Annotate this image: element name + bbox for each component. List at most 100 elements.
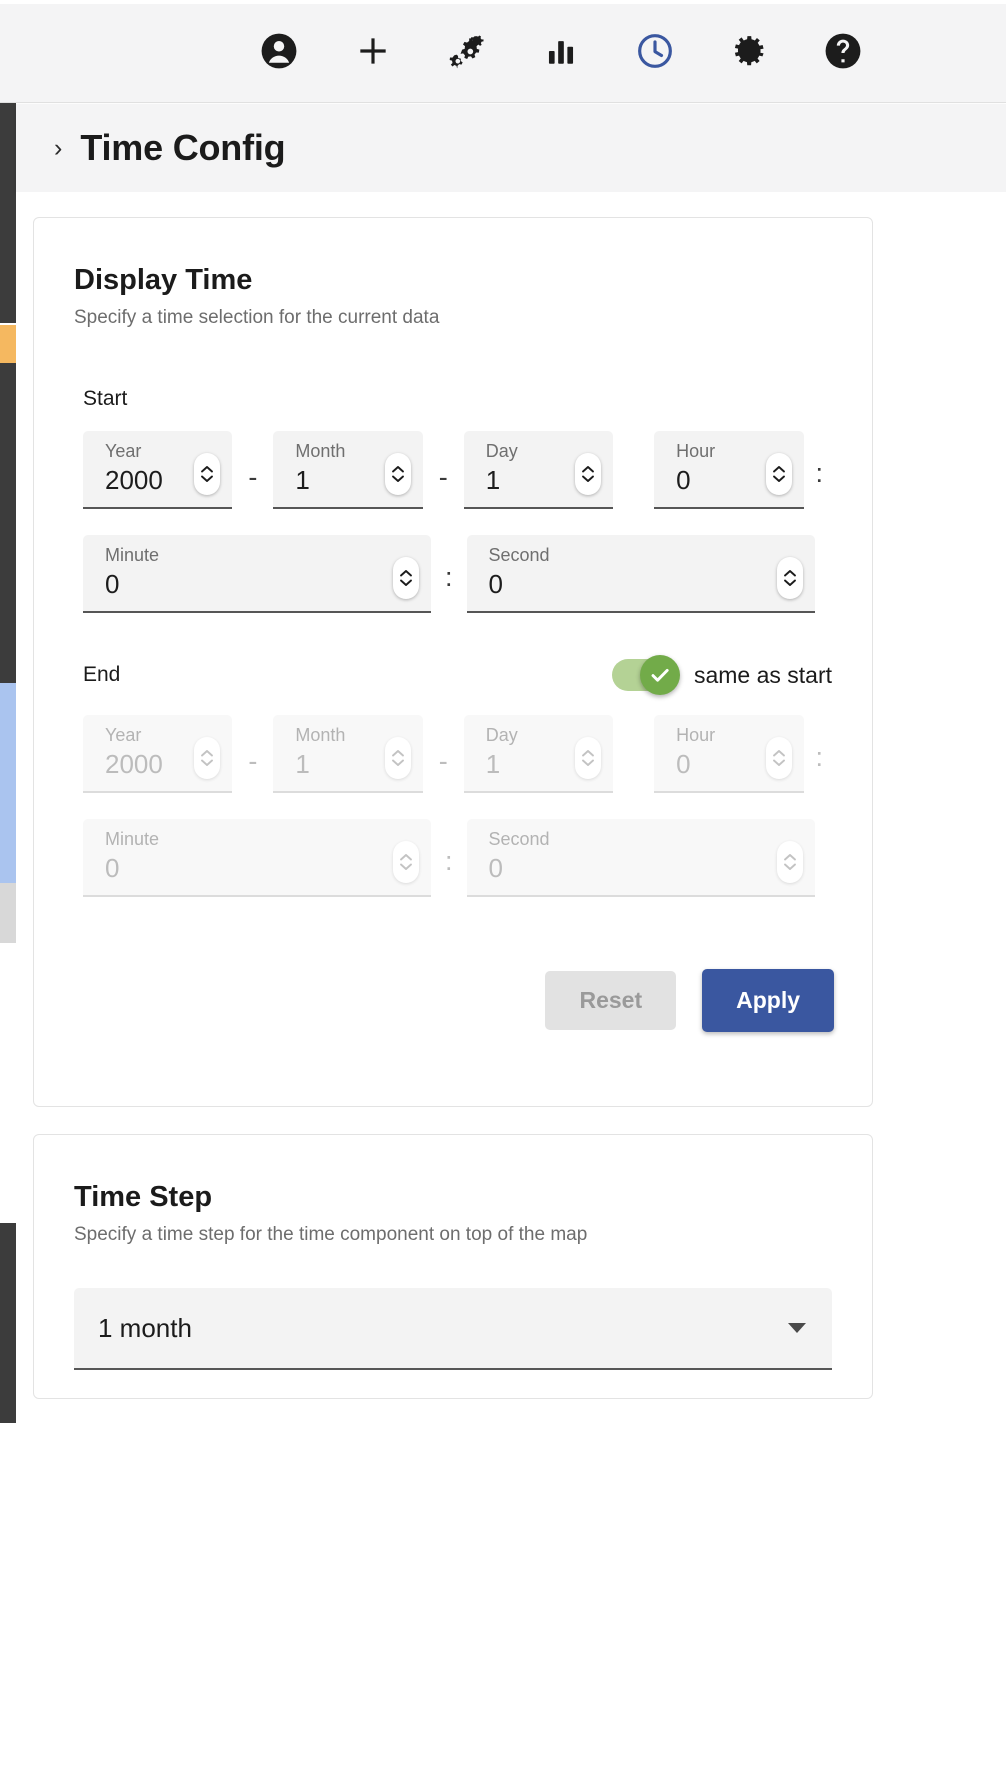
time-step-subtitle: Specify a time step for the time compone… bbox=[74, 1224, 588, 1245]
end-second-value: 0 bbox=[488, 853, 503, 883]
start-second-stepper[interactable] bbox=[776, 557, 803, 599]
rail-segment-white-bottom bbox=[0, 1423, 16, 1790]
content-area: Display Time Specify a time selection fo… bbox=[16, 192, 1006, 1790]
end-month-value: 1 bbox=[295, 749, 310, 779]
end-year-field: Year 2000 bbox=[83, 715, 233, 793]
start-second-value: 0 bbox=[488, 569, 503, 599]
time-step-selected-value: 1 month bbox=[98, 1312, 192, 1343]
start-month-field[interactable]: Month 1 bbox=[273, 431, 423, 509]
start-day-field[interactable]: Day 1 bbox=[463, 431, 614, 509]
rail-segment-dark-top bbox=[0, 103, 16, 323]
start-second-field[interactable]: Second 0 bbox=[466, 535, 815, 613]
end-month-field: Month 1 bbox=[273, 715, 423, 793]
left-rail-strip bbox=[0, 103, 16, 1790]
reset-button[interactable]: Reset bbox=[545, 971, 677, 1030]
start-minute-value: 0 bbox=[105, 569, 120, 599]
apply-button[interactable]: Apply bbox=[702, 969, 834, 1032]
end-minute-field: Minute 0 bbox=[83, 819, 431, 897]
plus-icon[interactable] bbox=[345, 23, 401, 79]
start-hour-field[interactable]: Hour 0 bbox=[654, 431, 804, 509]
end-minute-value: 0 bbox=[105, 853, 120, 883]
toggle-knob-check-icon bbox=[639, 655, 680, 695]
start-day-value: 1 bbox=[485, 465, 501, 495]
display-time-title: Display Time bbox=[74, 264, 253, 296]
action-buttons-row: Reset Apply bbox=[34, 969, 834, 1032]
end-day-value: 1 bbox=[485, 749, 501, 779]
end-year-stepper bbox=[194, 737, 221, 779]
rail-segment-grey bbox=[0, 883, 16, 943]
end-colon-2: : bbox=[445, 846, 453, 876]
same-as-start-label: same as start bbox=[693, 661, 832, 688]
start-group-label: Start bbox=[83, 387, 128, 410]
end-day-field: Day 1 bbox=[463, 715, 614, 793]
end-minute-stepper bbox=[393, 841, 419, 883]
end-month-label: Month bbox=[295, 725, 346, 745]
time-step-card: Time Step Specify a time step for the ti… bbox=[33, 1134, 873, 1399]
end-minute-label: Minute bbox=[105, 829, 160, 849]
time-step-title: Time Step bbox=[74, 1181, 213, 1213]
end-day-stepper bbox=[575, 737, 602, 779]
start-dash-2: - bbox=[438, 462, 448, 492]
toggle-track bbox=[611, 655, 680, 695]
start-second-label: Second bbox=[488, 545, 550, 565]
end-group-label: End bbox=[83, 663, 121, 686]
end-dash-1: - bbox=[248, 746, 258, 776]
start-year-value: 2000 bbox=[105, 465, 163, 495]
rail-segment-dark-mid bbox=[0, 363, 16, 683]
end-header-row: End same as start bbox=[83, 655, 832, 695]
start-date-row: Year 2000 - Month 1 - Day 1 Hour 0: bbox=[83, 431, 823, 509]
account-circle-icon[interactable] bbox=[251, 23, 307, 79]
end-hour-field: Hour 0 bbox=[654, 715, 804, 793]
page-header: › Time Config bbox=[16, 104, 1006, 192]
rail-segment-white bbox=[0, 943, 16, 1223]
time-step-select[interactable]: 1 month bbox=[74, 1288, 832, 1370]
gear-icon[interactable] bbox=[721, 23, 777, 79]
rail-segment-orange bbox=[0, 325, 16, 363]
start-minute-label: Minute bbox=[105, 545, 160, 565]
end-month-stepper bbox=[384, 737, 411, 779]
start-year-field[interactable]: Year 2000 bbox=[83, 431, 233, 509]
start-colon-1: : bbox=[815, 458, 824, 488]
same-as-start-toggle[interactable]: same as start bbox=[611, 655, 832, 695]
start-time-row: Minute 0 : Second 0 bbox=[83, 535, 823, 613]
start-day-label: Day bbox=[485, 441, 518, 461]
end-dash-2: - bbox=[438, 746, 448, 776]
end-year-value: 2000 bbox=[105, 749, 163, 779]
start-year-stepper[interactable] bbox=[194, 453, 221, 495]
clock-icon[interactable] bbox=[627, 23, 683, 79]
end-time-row: Minute 0 : Second 0 bbox=[83, 819, 823, 897]
start-hour-stepper[interactable] bbox=[765, 453, 792, 495]
end-second-label: Second bbox=[488, 829, 550, 849]
chevron-down-icon[interactable] bbox=[788, 1323, 806, 1333]
settings-suggest-gears-icon[interactable] bbox=[439, 23, 495, 79]
help-icon[interactable] bbox=[815, 23, 871, 79]
end-year-label: Year bbox=[105, 725, 142, 745]
start-year-label: Year bbox=[105, 441, 142, 461]
app-root: › Time Config Display Time Specify a tim… bbox=[0, 0, 1006, 1790]
start-minute-stepper[interactable] bbox=[393, 557, 419, 599]
start-month-value: 1 bbox=[295, 465, 310, 495]
end-hour-value: 0 bbox=[676, 749, 691, 779]
display-time-card: Display Time Specify a time selection fo… bbox=[33, 217, 873, 1107]
end-date-row: Year 2000 - Month 1 - Day 1 Hour 0: bbox=[83, 715, 823, 793]
end-colon-1: : bbox=[815, 742, 824, 772]
rail-segment-blue bbox=[0, 683, 16, 883]
end-hour-stepper bbox=[765, 737, 792, 779]
top-toolbar bbox=[0, 0, 1006, 103]
start-month-stepper[interactable] bbox=[384, 453, 411, 495]
chevron-right-icon[interactable]: › bbox=[54, 135, 62, 161]
start-minute-field[interactable]: Minute 0 bbox=[83, 535, 431, 613]
end-day-label: Day bbox=[485, 725, 518, 745]
start-dash-1: - bbox=[248, 462, 258, 492]
start-hour-label: Hour bbox=[676, 441, 716, 461]
bar-chart-icon[interactable] bbox=[533, 23, 589, 79]
start-day-stepper[interactable] bbox=[575, 453, 602, 495]
start-hour-value: 0 bbox=[676, 465, 691, 495]
end-second-stepper bbox=[776, 841, 803, 883]
end-second-field: Second 0 bbox=[466, 819, 815, 897]
start-month-label: Month bbox=[295, 441, 346, 461]
start-colon-2: : bbox=[445, 562, 453, 592]
rail-segment-dark-bottom bbox=[0, 1223, 16, 1423]
end-hour-label: Hour bbox=[676, 725, 716, 745]
display-time-subtitle: Specify a time selection for the current… bbox=[74, 307, 440, 328]
